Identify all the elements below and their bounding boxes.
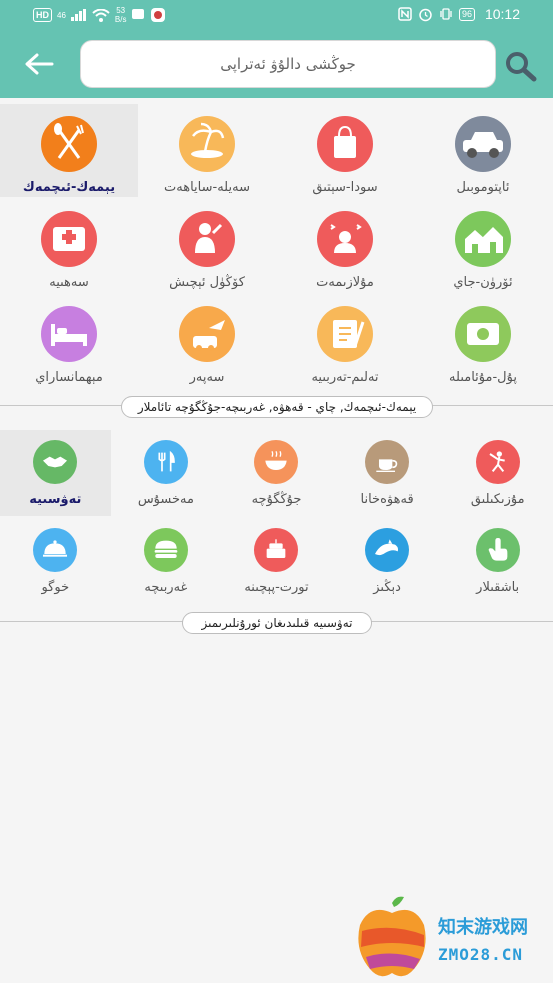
cloche-icon [33,528,78,572]
category-item[interactable]: مۇلازىمەت [276,199,414,292]
watermark-line1: 知末游戏网 [438,917,528,938]
subcategory-label: جۇڭگۇچە [251,492,302,507]
watermark-line2: ZMO28.CN [438,945,524,964]
category-item[interactable]: پۇل-مۇئامىلە [414,294,552,387]
app-notification-icon [151,8,166,22]
search-input[interactable]: جوڭشى دالۇۋ ئەتراپى [80,40,496,88]
category-label: مېھمانساراي [35,370,103,385]
subcategory-label: دېڭىز [373,580,401,595]
dancer-icon [475,440,520,484]
travel-icon [179,306,235,362]
subcategory-label: تورت-پېچىنە [244,580,309,595]
nfc-icon [398,7,412,21]
service-icon [317,211,373,267]
hospital-icon [41,211,97,267]
watermark-logo: 知末游戏网 ZMO28.CN [352,895,552,981]
category-label: مۇلازىمەت [316,275,374,290]
category-item[interactable]: ئۆرۈن-جاي [414,199,552,292]
education-icon [317,306,373,362]
category-label: ئاپتوموبىل [456,180,510,195]
category-item[interactable]: سودا-سېتىق [276,104,414,197]
search-placeholder: جوڭشى دالۇۋ ئەتراپى [220,55,356,73]
category-item[interactable]: ئاپتوموبىل [414,104,552,197]
hd-badge: HD [33,8,52,22]
subcategory-item[interactable]: تورت-پېچىنە [221,518,332,604]
category-item[interactable]: تەلىم-تەربىيە [276,294,414,387]
handshake-icon [33,440,78,484]
subcategory-label: تەۋسىيە [29,492,82,507]
category-label: سودا-سېتىق [312,180,378,195]
section-title-recommended: تەۋسىيە قىلىدىغان ئورۇنلىرىمىز [182,612,372,634]
section-title-food: يېمەك-ئىچمەك, چاي - قەھۋە, غەربىچە-جۇڭگۇ… [121,396,433,418]
category-label: سەپەر [189,370,225,385]
category-label: يېمەك-ئىچمەك [22,180,116,195]
category-label: سەيلە-ساياھەت [164,180,250,195]
category-label: سەھىيە [49,275,89,290]
category-label: پۇل-مۇئامىلە [449,370,517,385]
category-item[interactable]: سەيلە-ساياھەت [138,104,276,197]
shopping-bag-icon [317,116,373,172]
money-icon [455,306,511,362]
subcategory-item[interactable]: خوگو [0,518,111,604]
back-arrow-icon[interactable] [22,50,56,78]
clock: 10:12 [484,6,520,22]
pointer-icon [475,528,520,572]
category-item[interactable]: سەپەر [138,294,276,387]
message-icon [132,9,145,19]
category-label: ئۆرۈن-جاي [453,275,513,290]
alarm-icon [419,8,432,21]
category-item[interactable]: يېمەك-ئىچمەك [0,104,138,197]
battery-icon: 96 [458,7,475,21]
net-speed: 53 B/s [114,6,127,24]
subcategory-label: خوگو [41,580,70,595]
wifi-icon [92,8,110,22]
subcategory-label: باشقىلار [476,580,520,595]
category-item[interactable]: مېھمانساراي [0,294,138,387]
houses-icon [455,211,511,267]
subcategory-label: قەھۋەخانا [360,492,414,507]
bed-icon [41,306,97,362]
subcategory-item[interactable]: تەۋسىيە [0,430,111,516]
car-icon [455,116,511,172]
singer-icon [179,211,235,267]
subcategory-item[interactable]: دېڭىز [332,518,443,604]
beach-icon [179,116,235,172]
fork-spoon-icon [41,116,97,172]
dolphin-icon [365,528,410,572]
cutlery-icon [143,440,188,484]
cake-icon [254,528,299,572]
status-bar: HD 46 53 B/s 96 10:12 [0,0,553,30]
category-label: كۆڭۈل ئېچىش [169,275,245,290]
category-label: تەلىم-تەربىيە [311,370,379,385]
apple-logo-icon [358,896,426,977]
subcategory-item[interactable]: جۇڭگۇچە [221,430,332,516]
subcategory-item[interactable]: مەخسۇس [111,430,222,516]
burger-icon [143,528,188,572]
subcategory-label: مەخسۇس [137,492,194,507]
status-right-indicators: 96 10:12 [398,6,520,22]
subcategory-label: مۇزىكىلىق [470,492,525,507]
signal-icon [70,9,86,21]
status-left-indicators: HD 46 53 B/s [33,6,166,24]
subcategory-label: غەربىچە [144,580,188,595]
signal-gen: 46 [57,10,66,20]
category-item[interactable]: كۆڭۈل ئېچىش [138,199,276,292]
subcategory-item[interactable]: باشقىلار [442,518,553,604]
subcategory-item[interactable]: قەھۋەخانا [332,430,443,516]
subcategory-item[interactable]: غەربىچە [111,518,222,604]
header-bar: جوڭشى دالۇۋ ئەتراپى [0,30,553,98]
hotpot-icon [254,440,299,484]
coffee-icon [365,440,410,484]
vibrate-icon [440,8,452,20]
subcategory-item[interactable]: مۇزىكىلىق [442,430,553,516]
category-item[interactable]: سەھىيە [0,199,138,292]
search-icon[interactable] [503,50,539,82]
